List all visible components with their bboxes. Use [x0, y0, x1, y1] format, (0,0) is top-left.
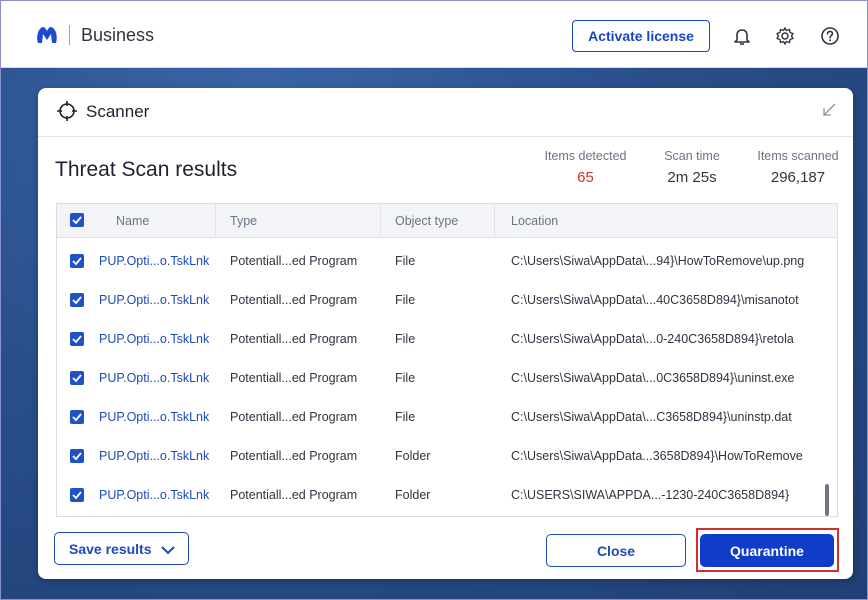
threat-type: Potentiall...ed Program [230, 449, 358, 463]
select-all-checkbox[interactable] [70, 213, 84, 227]
stat-value: 296,187 [770, 169, 826, 186]
stat-scan-time: Scan time 2m 25s [656, 149, 728, 186]
row-checkbox[interactable] [70, 254, 84, 268]
object-type: File [395, 371, 416, 385]
threat-name[interactable]: PUP.Opti...o.TskLnk [99, 488, 209, 502]
location: C:\Users\Siwa\AppData\...C3658D894}\unin… [511, 410, 792, 424]
table-scrollbar[interactable] [825, 484, 829, 516]
threat-type: Potentiall...ed Program [230, 332, 358, 346]
column-header-type[interactable]: Type [230, 214, 257, 228]
threat-type: Potentiall...ed Program [230, 293, 358, 307]
location: C:\USERS\SIWA\APPDA...-1230-240C3658D894… [511, 488, 790, 502]
row-checkbox[interactable] [70, 293, 84, 307]
stat-label: Items detected [544, 149, 627, 163]
column-header-object-type[interactable]: Object type [395, 214, 458, 228]
threat-type: Potentiall...ed Program [230, 410, 358, 424]
row-checkbox[interactable] [70, 449, 84, 463]
column-separator [215, 204, 216, 237]
table-row[interactable]: PUP.Opti...o.TskLnk Potentiall...ed Progr… [57, 476, 837, 515]
save-results-label: Save results [69, 540, 152, 557]
object-type: File [395, 332, 416, 346]
table-row[interactable]: PUP.Opti...o.TskLnk Potentiall...ed Progr… [57, 281, 837, 320]
column-header-name[interactable]: Name [116, 214, 149, 228]
crosshair-icon [57, 101, 77, 121]
row-checkbox[interactable] [70, 371, 84, 385]
panel-header: Scanner [38, 88, 853, 137]
activate-license-button[interactable]: Activate license [572, 20, 710, 52]
object-type: File [395, 254, 416, 268]
results-title: Threat Scan results [55, 158, 238, 181]
table-row[interactable]: PUP.Opti...o.TskLnk Potentiall...ed Progr… [57, 320, 837, 359]
location: C:\Users\Siwa\AppData\...94}\HowToRemove… [511, 254, 805, 268]
column-separator [380, 204, 381, 237]
stat-items-detected: Items detected 65 [538, 149, 633, 186]
threat-name[interactable]: PUP.Opti...o.TskLnk [99, 410, 209, 424]
object-type: Folder [395, 449, 431, 463]
gear-icon[interactable] [774, 25, 796, 47]
app-window: Business Activate license Scanner Threat… [0, 0, 868, 600]
close-button[interactable]: Close [546, 534, 686, 567]
quarantine-button[interactable]: Quarantine [700, 534, 834, 567]
stat-items-scanned: Items scanned 296,187 [750, 149, 846, 186]
threat-name[interactable]: PUP.Opti...o.TskLnk [99, 254, 209, 268]
scanner-panel: Scanner Threat Scan results Items detect… [38, 88, 853, 579]
stat-label: Scan time [664, 149, 720, 163]
object-type: File [395, 410, 416, 424]
object-type: File [395, 293, 416, 307]
save-results-button[interactable]: Save results [54, 532, 189, 565]
location: C:\Users\Siwa\AppData\...40C3658D894}\mi… [511, 293, 799, 307]
chevron-down-icon [161, 546, 176, 555]
top-bar: Business Activate license [1, 1, 867, 68]
help-icon[interactable] [819, 25, 841, 47]
threat-type: Potentiall...ed Program [230, 371, 358, 385]
table-header: Name Type Object type Location [57, 204, 837, 238]
row-checkbox[interactable] [70, 410, 84, 424]
table-row[interactable]: PUP.Opti...o.TskLnk Potentiall...ed Progr… [57, 242, 837, 281]
row-checkbox[interactable] [70, 488, 84, 502]
column-header-location[interactable]: Location [511, 214, 558, 228]
threat-type: Potentiall...ed Program [230, 488, 358, 502]
row-checkbox[interactable] [70, 332, 84, 346]
threat-name[interactable]: PUP.Opti...o.TskLnk [99, 293, 209, 307]
location: C:\Users\Siwa\AppData...3658D894}\HowToR… [511, 449, 803, 463]
brand-name: Business [81, 25, 155, 45]
panel-title: Scanner [86, 102, 150, 121]
threat-type: Potentiall...ed Program [230, 254, 358, 268]
brand-separator [69, 25, 70, 45]
threat-name[interactable]: PUP.Opti...o.TskLnk [99, 371, 209, 385]
stat-value: 65 [577, 169, 594, 186]
column-separator [494, 204, 495, 237]
stat-value: 2m 25s [667, 169, 717, 186]
location: C:\Users\Siwa\AppData\...0C3658D894}\uni… [511, 371, 795, 385]
collapse-arrow-icon[interactable] [821, 102, 837, 118]
table-row[interactable]: PUP.Opti...o.TskLnk Potentiall...ed Progr… [57, 437, 837, 476]
threat-name[interactable]: PUP.Opti...o.TskLnk [99, 449, 209, 463]
malwarebytes-logo-icon [37, 27, 57, 43]
table-row[interactable]: PUP.Opti...o.TskLnk Potentiall...ed Progr… [57, 398, 837, 437]
stat-label: Items scanned [757, 149, 839, 163]
table-row[interactable]: PUP.Opti...o.TskLnk Potentiall...ed Progr… [57, 359, 837, 398]
bell-icon[interactable] [731, 25, 753, 47]
object-type: Folder [395, 488, 431, 502]
location: C:\Users\Siwa\AppData\...0-240C3658D894}… [511, 332, 794, 346]
threat-name[interactable]: PUP.Opti...o.TskLnk [99, 332, 209, 346]
results-table: Name Type Object type Location PUP.Opti.… [56, 203, 838, 517]
